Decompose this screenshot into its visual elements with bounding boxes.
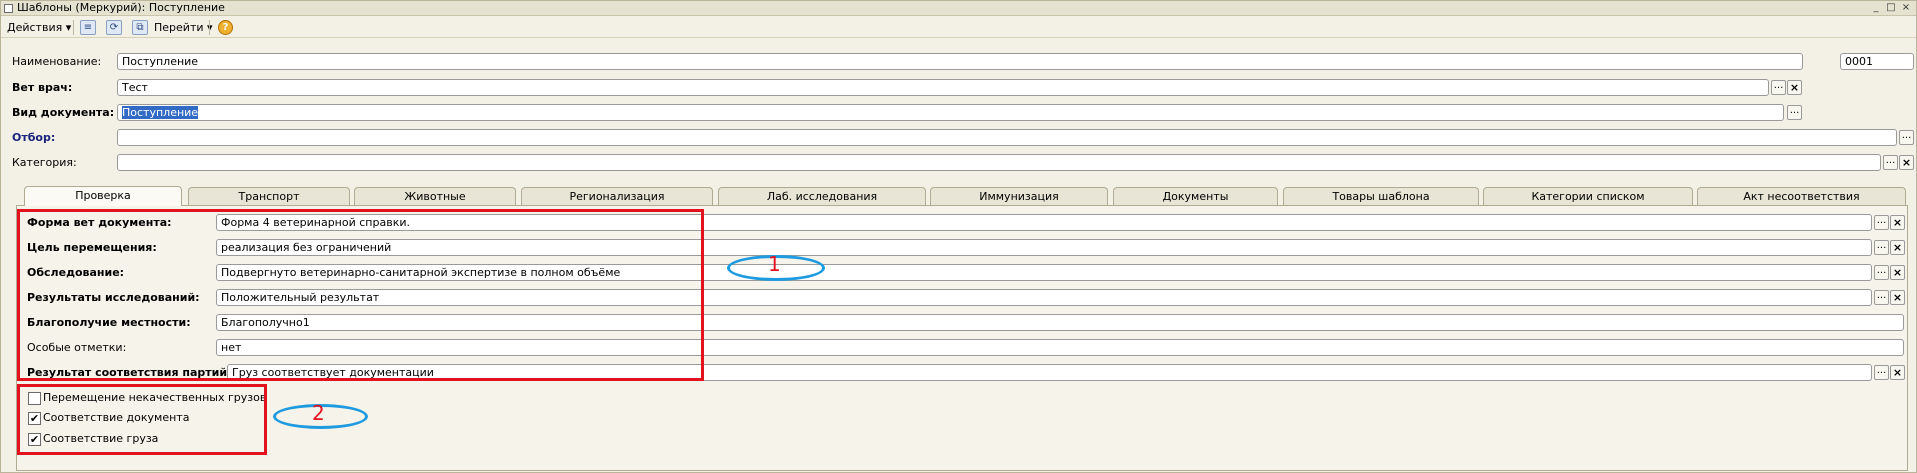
window-icon <box>4 4 13 13</box>
annotation-box-2 <box>17 384 267 455</box>
vet-doc-form-clear-icon[interactable]: × <box>1890 215 1905 230</box>
tab-category-list[interactable]: Категории списком <box>1483 187 1693 205</box>
toolbar-divider <box>73 20 74 35</box>
form-window: Шаблоны (Меркурий): Поступление _ □ × Де… <box>0 0 1917 473</box>
title-bar: Шаблоны (Меркурий): Поступление _ □ × <box>1 1 1916 16</box>
inspection-select-button[interactable]: ... <box>1874 265 1889 280</box>
chevron-down-icon: ▾ <box>65 21 72 34</box>
tab-documents[interactable]: Документы <box>1113 187 1278 205</box>
category-field[interactable] <box>117 154 1881 171</box>
vet-doc-form-select-button[interactable]: ... <box>1874 215 1889 230</box>
doctype-value: Поступление <box>122 106 199 119</box>
research-results-select-button[interactable]: ... <box>1874 290 1889 305</box>
tab-transport[interactable]: Транспорт <box>188 187 350 205</box>
doctype-label: Вид документа: <box>12 106 115 119</box>
vet-label: Вет врач: <box>12 81 73 94</box>
filter-select-button[interactable]: ... <box>1899 130 1914 145</box>
category-select-button[interactable]: ... <box>1883 155 1898 170</box>
batch-conformity-clear-icon[interactable]: × <box>1890 365 1905 380</box>
actions-label: Действия <box>7 21 63 34</box>
copy-icon[interactable]: ⧉ <box>132 20 148 35</box>
tab-check[interactable]: Проверка <box>24 186 182 206</box>
filter-field[interactable] <box>117 129 1897 146</box>
tab-nonconformity-act[interactable]: Акт несоответствия <box>1697 187 1906 205</box>
doctype-field[interactable]: Поступление <box>117 104 1784 121</box>
inspection-clear-icon[interactable]: × <box>1890 265 1905 280</box>
annotation-marker-1: 1 <box>768 252 781 276</box>
tab-template-goods[interactable]: Товары шаблона <box>1283 187 1479 205</box>
vet-field[interactable]: Тест <box>117 79 1769 96</box>
toolbar: Действия ▾ ≡ ⟳ ⧉ Перейти ▾ ? <box>1 17 1916 38</box>
vet-select-button[interactable]: ... <box>1771 80 1786 95</box>
name-label: Наименование: <box>12 55 102 68</box>
window-title: Шаблоны (Меркурий): Поступление <box>17 1 225 14</box>
name-field[interactable]: Поступление <box>117 53 1803 70</box>
batch-conformity-select-button[interactable]: ... <box>1874 365 1889 380</box>
tab-regionalization[interactable]: Регионализация <box>521 187 713 205</box>
doctype-select-button[interactable]: ... <box>1787 105 1802 120</box>
purpose-select-button[interactable]: ... <box>1874 240 1889 255</box>
annotation-marker-2: 2 <box>312 401 325 425</box>
page: Шаблоны (Меркурий): Поступление _ □ × Де… <box>0 0 1917 473</box>
refresh-icon[interactable]: ⟳ <box>106 20 122 35</box>
tab-immunization[interactable]: Иммунизация <box>930 187 1108 205</box>
annotation-box-1 <box>17 209 704 381</box>
toolbar-divider <box>209 20 210 35</box>
actions-menu[interactable]: Действия ▾ <box>7 20 71 35</box>
tab-lab-research[interactable]: Лаб. исследования <box>718 187 926 205</box>
goto-label: Перейти <box>154 21 204 34</box>
maximize-button[interactable]: □ <box>1884 2 1898 14</box>
goto-menu[interactable]: Перейти ▾ <box>154 20 213 35</box>
help-icon[interactable]: ? <box>218 20 233 35</box>
code-field[interactable]: 0001 <box>1840 53 1914 70</box>
filter-label: Отбор: <box>12 131 56 144</box>
category-clear-icon[interactable]: × <box>1899 155 1914 170</box>
minimize-button[interactable]: _ <box>1869 2 1883 14</box>
research-results-clear-icon[interactable]: × <box>1890 290 1905 305</box>
category-label: Категория: <box>12 156 77 169</box>
purpose-clear-icon[interactable]: × <box>1890 240 1905 255</box>
tab-animals[interactable]: Животные <box>354 187 516 205</box>
vet-clear-icon[interactable]: × <box>1787 80 1802 95</box>
close-button[interactable]: × <box>1899 2 1913 14</box>
list-icon[interactable]: ≡ <box>80 20 96 35</box>
